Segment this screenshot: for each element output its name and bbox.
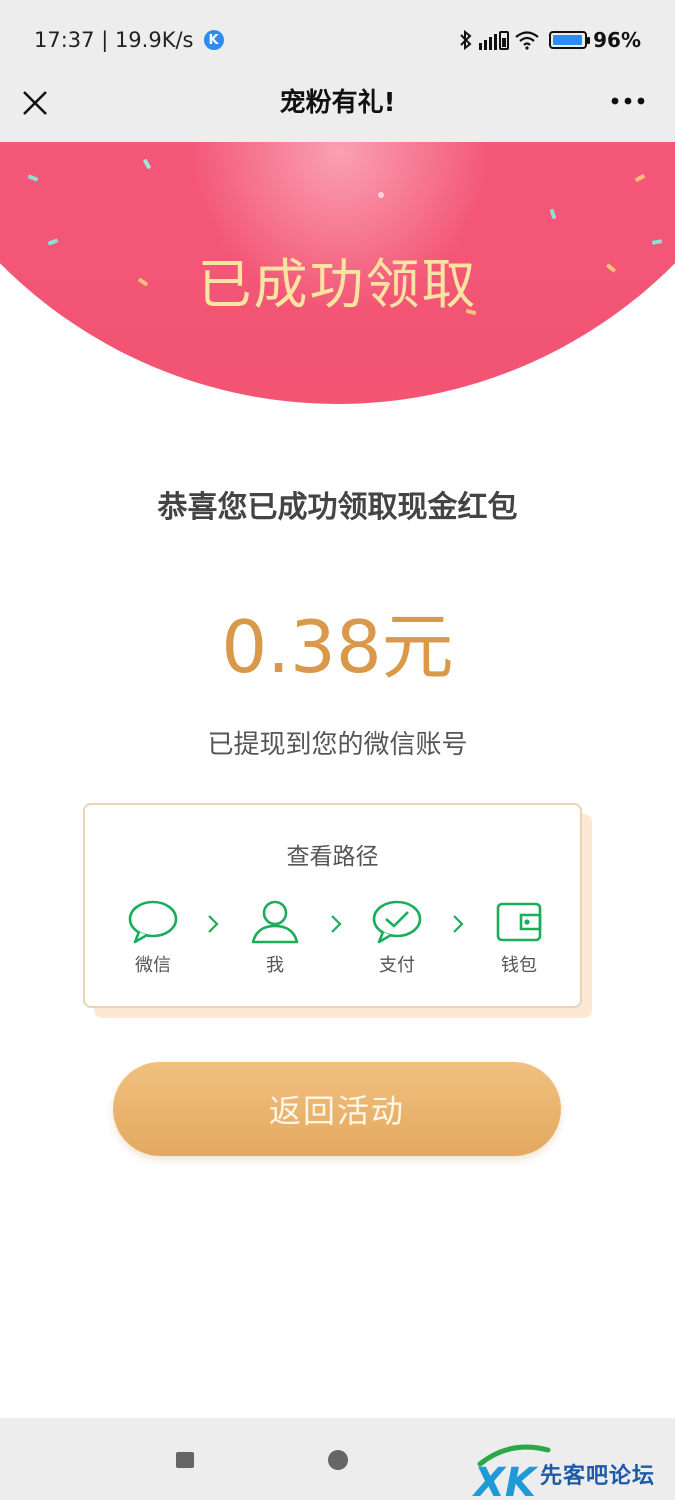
home-button[interactable]: [328, 1450, 348, 1470]
amount-value: 0.38元: [221, 605, 454, 689]
path-step-wechat: 微信: [113, 899, 193, 977]
wallet-icon: [496, 902, 542, 942]
more-icon[interactable]: [611, 94, 645, 108]
path-step-label: 我: [266, 955, 284, 976]
status-left: 17:37 | 19.9K/s K: [34, 26, 224, 54]
withdrawn-text: 已提现到您的微信账号: [207, 730, 468, 760]
path-step-pay: 支付: [357, 899, 437, 977]
hero-banner: 已成功领取: [0, 142, 675, 404]
battery-icon: [549, 31, 591, 49]
nav-bar: 宠粉有礼!: [0, 80, 675, 142]
congrats-text: 恭喜您已成功领取现金红包: [157, 490, 518, 525]
signal-icon: [479, 31, 510, 50]
chevron-right-icon: [453, 915, 464, 933]
person-icon: [251, 900, 299, 944]
path-card-title: 查看路径: [286, 844, 379, 870]
path-step-label: 支付: [379, 955, 415, 976]
path-step-me: 我: [235, 899, 315, 977]
watermark-text: 先客吧论坛: [540, 1463, 656, 1489]
pay-check-icon: [372, 900, 422, 944]
wifi-icon: [515, 31, 539, 50]
status-bar: 17:37 | 19.9K/s K 96%: [0, 0, 675, 80]
battery-level: [553, 35, 582, 45]
status-time-speed: 17:37 | 19.9K/s: [34, 28, 194, 52]
path-step-label: 微信: [135, 955, 171, 976]
return-activity-button[interactable]: 返回活动: [113, 1062, 561, 1156]
battery-text: 96%: [593, 28, 641, 52]
watermark-logo-text: XK: [471, 1460, 539, 1500]
chat-bubble-icon: [128, 900, 178, 944]
chevron-right-icon: [208, 915, 219, 933]
path-card: 查看路径 微信 我 支付 钱包: [83, 803, 582, 1008]
hero-title: 已成功领取: [197, 253, 478, 316]
path-step-wallet: 钱包: [479, 899, 559, 977]
status-right: 96%: [459, 26, 641, 54]
confetti-piece: [378, 192, 384, 198]
k-app-icon: K: [203, 30, 224, 50]
recent-apps-button[interactable]: [176, 1452, 194, 1468]
bluetooth-icon: [460, 29, 472, 51]
chevron-right-icon: [331, 915, 342, 933]
path-step-label: 钱包: [501, 955, 537, 976]
page-title: 宠粉有礼!: [279, 88, 396, 118]
